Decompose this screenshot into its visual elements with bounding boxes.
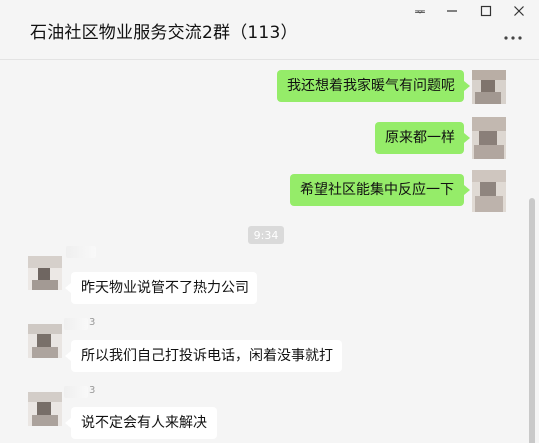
timestamp-divider: 9:34 [248,226,284,244]
sender-name-suffix: 3 [89,385,96,396]
message-bubble-outgoing[interactable]: 希望社区能集中反应一下 [290,174,470,206]
pin-icon[interactable]: ᆓ [408,2,432,20]
message-text: 所以我们自己打投诉电话，闲着没事就打 [81,348,333,364]
message-text: 我还想着我家暖气有问题呢 [287,78,455,94]
message-bubble-outgoing[interactable]: 原来都一样 [375,122,470,154]
my-avatar[interactable] [472,117,506,159]
message-bubble-incoming[interactable]: 所以我们自己打投诉电话，闲着没事就打 [65,340,342,372]
message-bubble-outgoing[interactable]: 我还想着我家暖气有问题呢 [277,70,470,102]
sender-name [64,318,88,330]
message-text: 原来都一样 [385,130,455,146]
pin-glyph: ᆓ [414,4,426,19]
sender-name [64,386,88,398]
sender-name-suffix: 3 [89,317,96,328]
sender-avatar[interactable] [28,324,62,358]
message-bubble-incoming[interactable]: 说不定会有人来解决 [65,407,217,439]
maximize-icon[interactable] [474,2,498,20]
title-bar: 石油社区物业服务交流2群（113） ᆓ [0,0,539,60]
message-text: 昨天物业说管不了热力公司 [81,280,249,296]
close-icon[interactable] [507,2,531,20]
message-text: 希望社区能集中反应一下 [300,182,454,198]
message-text: 说不定会有人来解决 [81,415,207,431]
scrollbar-thumb[interactable] [529,198,535,443]
message-list[interactable]: 我还想着我家暖气有问题呢 原来都一样 希望社区能集中反应一下 9:34 昨天物业… [0,60,539,443]
minimize-icon[interactable] [440,2,464,20]
chat-title: 石油社区物业服务交流2群（113） [30,23,298,43]
sender-avatar[interactable] [28,392,62,426]
chat-window: 石油社区物业服务交流2群（113） ᆓ 我还想着我家暖气有问题呢 原来都一样 希… [0,0,539,443]
my-avatar[interactable] [472,170,506,212]
sender-name [66,246,96,258]
more-options-icon[interactable] [500,30,526,46]
my-avatar[interactable] [472,70,506,104]
sender-avatar[interactable] [28,256,62,290]
message-bubble-incoming[interactable]: 昨天物业说管不了热力公司 [65,272,257,304]
